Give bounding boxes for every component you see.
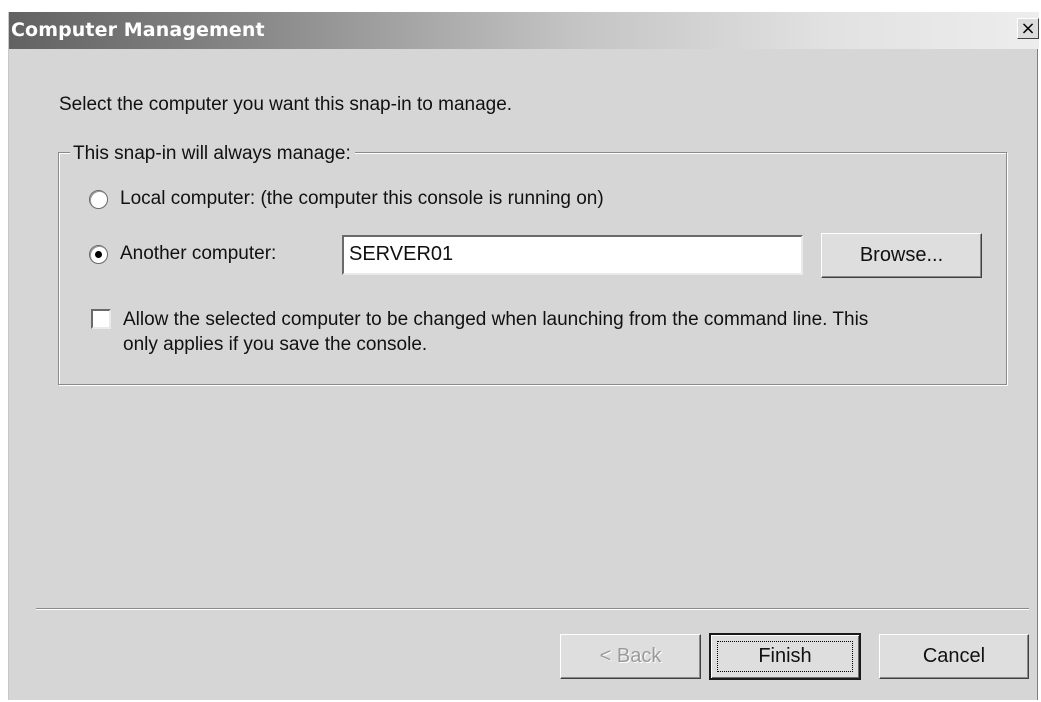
cancel-button-label: Cancel [922,645,986,667]
title-bar: Computer Management × [9,12,1039,49]
allow-change-checkbox[interactable] [91,309,111,329]
local-computer-radio[interactable] [89,190,108,209]
close-button[interactable]: × [1017,18,1039,39]
window-title: Computer Management [11,19,265,41]
back-button[interactable]: < Back [560,634,701,679]
instruction-text: Select the computer you want this snap-i… [59,94,513,115]
groupbox-legend: This snap-in will always manage: [70,143,355,165]
focus-rectangle [717,641,853,672]
computer-management-dialog: Computer Management × Select the compute… [8,12,1039,700]
local-computer-label[interactable]: Local computer: (the computer this conso… [120,188,604,210]
computer-name-input[interactable]: SERVER01 [342,235,803,275]
another-computer-radio[interactable] [89,245,108,264]
allow-change-label-line1[interactable]: Allow the selected computer to be change… [123,309,868,331]
back-button-label: < Back [599,645,662,667]
radio-dot-icon [95,251,102,258]
allow-change-label-line2[interactable]: only applies if you save the console. [123,334,427,356]
another-computer-label[interactable]: Another computer: [120,243,276,265]
browse-button-label: Browse... [859,244,944,266]
browse-button[interactable]: Browse... [821,233,982,278]
cancel-button[interactable]: Cancel [879,634,1029,679]
close-icon: × [1020,17,1036,39]
footer-separator [36,608,1029,610]
finish-button[interactable]: Finish [709,633,861,680]
